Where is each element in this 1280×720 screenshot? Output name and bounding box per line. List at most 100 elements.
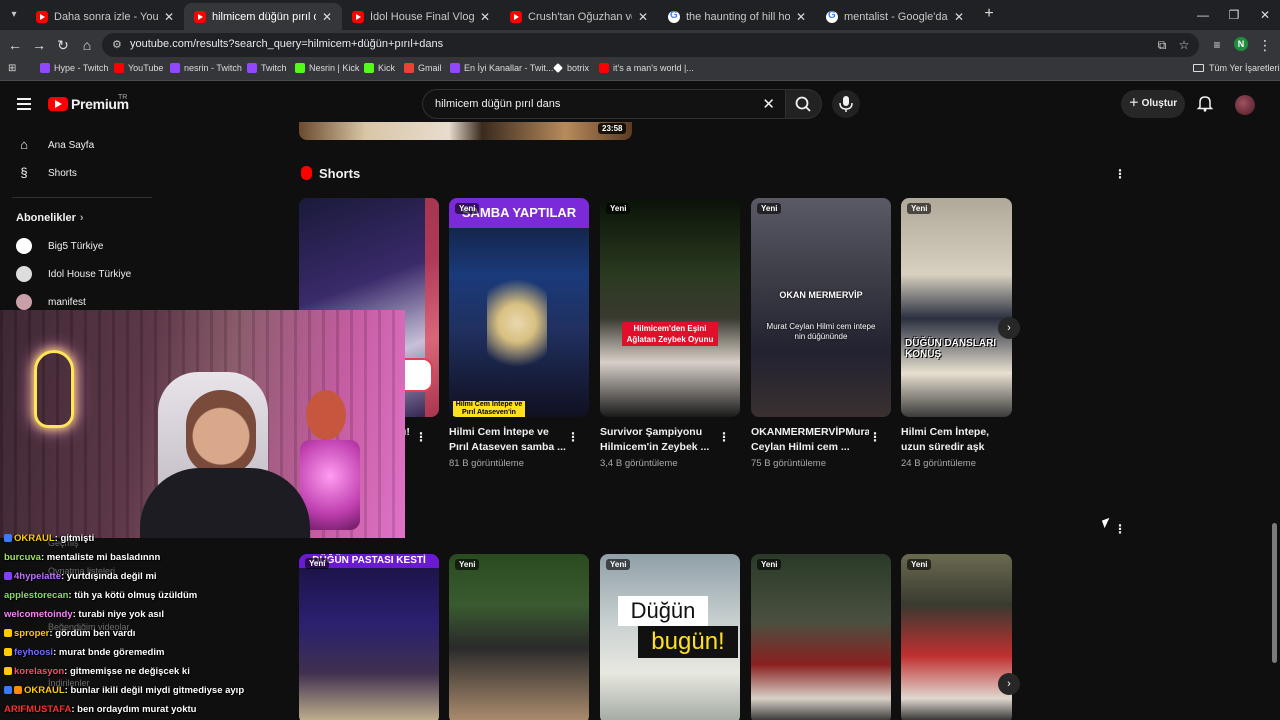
search-input[interactable]: hilmicem düğün pırıl dans ✕ xyxy=(422,89,785,119)
bookmark-hype-twitch[interactable]: Hype - Twitch xyxy=(40,63,108,73)
short-card[interactable]: SAMBA YAPTILAR Yeni Hilmi Cem İntepe ve … xyxy=(449,198,589,469)
streamer xyxy=(140,390,310,538)
tab-search-button[interactable]: ▾ xyxy=(5,6,23,24)
sidebar-channel-idol-house[interactable]: Idol House Türkiye xyxy=(16,266,131,282)
close-tab-icon[interactable]: ✕ xyxy=(320,10,334,24)
tab-idol-house[interactable]: İdol House Final Vlog | Oğuzhan ✕ xyxy=(342,3,500,30)
address-bar[interactable]: ⚙ youtube.com/results?search_query=hilmi… xyxy=(102,33,1199,57)
short-thumbnail[interactable]: SAMBA YAPTILAR Yeni Hilmi Cem İntepe ve … xyxy=(449,198,589,417)
chat-message: welcometoindy: turabi niye yok asıl xyxy=(4,609,164,620)
bookmark-kick[interactable]: Kick xyxy=(364,63,395,73)
close-window-icon[interactable]: ✕ xyxy=(1256,6,1274,24)
browser-toolbar: ← → ↻ ⌂ ⚙ youtube.com/results?search_que… xyxy=(0,30,1280,59)
more-options-icon[interactable]: ⋮ xyxy=(1114,168,1126,180)
short-card[interactable]: Yeni xyxy=(751,554,891,720)
more-options-icon[interactable]: ⋮ xyxy=(718,430,730,444)
short-title: Hilmi Cem İntepe ve Pırıl Ataseven samba… xyxy=(449,426,566,453)
tab-watch-later[interactable]: Daha sonra izle - YouTube ✕ xyxy=(26,3,184,30)
close-tab-icon[interactable]: ✕ xyxy=(162,10,176,24)
sub-badge-icon xyxy=(4,629,12,637)
more-options-icon[interactable]: ⋮ xyxy=(869,430,881,444)
chat-username: burcuva xyxy=(4,552,41,563)
youtube-premium-logo[interactable]: Premium xyxy=(48,96,129,112)
streamer-body xyxy=(140,468,310,538)
tab-current-search[interactable]: hilmicem düğün pırıl dans - YouT ✕ xyxy=(184,3,342,30)
bookmark-nesrin-twitch[interactable]: nesrin - Twitch xyxy=(170,63,242,73)
short-thumbnail[interactable]: Yeni Hilmicem'den Eşini Ağlatan Zeybek O… xyxy=(600,198,740,417)
all-bookmarks[interactable]: Tüm Yer İşaretleri xyxy=(1193,63,1280,73)
more-options-icon[interactable]: ⋮ xyxy=(415,430,427,444)
bookmark-mans-world[interactable]: it's a man's world |... xyxy=(599,63,694,73)
account-avatar[interactable] xyxy=(1235,95,1255,115)
new-badge: Yeni xyxy=(907,559,932,570)
short-thumbnail[interactable]: Yeni xyxy=(449,554,589,720)
forward-arrow-icon[interactable]: → xyxy=(29,35,49,55)
bookmark-best-channels[interactable]: En İyi Kanallar - Twit... xyxy=(450,63,553,73)
chat-message: feyhoosi: murat bnde göremedim xyxy=(4,647,164,658)
youtube-favicon-icon xyxy=(510,10,522,23)
short-card[interactable]: Yeni DÜĞÜN DANSLARI KONUŞ Hilmi Cem İnte… xyxy=(901,198,1012,469)
close-tab-icon[interactable]: ✕ xyxy=(794,10,808,24)
install-app-icon[interactable]: ⧉ xyxy=(1154,37,1170,53)
short-card[interactable]: Yeni xyxy=(901,554,1012,720)
restore-icon[interactable]: ❐ xyxy=(1225,6,1243,24)
more-options-icon[interactable]: ⋮ xyxy=(567,430,579,444)
chat-message: OKRAUL: gitmişti xyxy=(4,533,94,544)
clear-search-icon[interactable]: ✕ xyxy=(762,95,775,113)
thumbnail-caption: Murat Ceylan Hilmi cem intepe nin düğünü… xyxy=(766,322,876,341)
page-scrollbar[interactable] xyxy=(1271,85,1277,715)
short-thumbnail[interactable]: Yeni xyxy=(901,554,1012,720)
home-icon[interactable]: ⌂ xyxy=(77,35,97,55)
short-card[interactable]: Yeni xyxy=(449,554,589,720)
notifications-button[interactable] xyxy=(1196,94,1214,112)
site-info-icon[interactable]: ⚙ xyxy=(112,38,122,51)
short-card[interactable]: Yeni Düğün bugün! xyxy=(600,554,740,720)
chevron-right-icon[interactable]: › xyxy=(998,317,1020,339)
tab-hill-house[interactable]: the haunting of hill house - Goo ✕ xyxy=(658,3,816,30)
bookmark-star-icon[interactable]: ☆ xyxy=(1176,37,1192,53)
apps-grid-icon[interactable]: ⊞ xyxy=(8,63,20,75)
bookmark-youtube[interactable]: YouTube xyxy=(114,63,163,73)
channel-avatar xyxy=(16,238,32,254)
short-thumbnail[interactable]: Yeni xyxy=(751,554,891,720)
channel-avatar xyxy=(16,294,32,310)
more-options-icon[interactable]: ⋮ xyxy=(1114,523,1126,535)
chevron-right-icon[interactable]: › xyxy=(998,673,1020,695)
create-button[interactable]: ＋ Oluştur xyxy=(1121,90,1185,118)
subscriptions-heading[interactable]: Abonelikler › xyxy=(16,212,84,224)
short-thumbnail[interactable]: Yeni Düğün bugün! xyxy=(600,554,740,720)
tab-crush[interactable]: Crush'tan Oğuzhan ve Aura'dan ✕ xyxy=(500,3,658,30)
close-tab-icon[interactable]: ✕ xyxy=(478,10,492,24)
minimize-icon[interactable]: — xyxy=(1194,6,1212,24)
new-tab-icon[interactable]: + xyxy=(980,5,998,23)
bookmark-twitch[interactable]: Twitch xyxy=(247,63,287,73)
chat-username: sproper xyxy=(14,628,50,639)
close-tab-icon[interactable]: ✕ xyxy=(636,10,650,24)
bookmark-nesrin-kick[interactable]: Nesrin | Kick xyxy=(295,63,359,73)
bookmark-gmail[interactable]: Gmail xyxy=(404,63,442,73)
tab-mentalist[interactable]: mentalist - Google'da Ara ✕ xyxy=(816,3,974,30)
previous-video-thumbnail[interactable] xyxy=(299,122,632,140)
sidebar-channel-manifest[interactable]: manifest xyxy=(16,294,86,310)
reload-icon[interactable]: ↻ xyxy=(53,35,73,55)
short-card[interactable]: Yeni Hilmicem'den Eşini Ağlatan Zeybek O… xyxy=(600,198,740,469)
hamburger-menu-icon[interactable] xyxy=(17,98,31,110)
sidebar-channel-big5[interactable]: Big5 Türkiye xyxy=(16,238,103,254)
sidebar-item-shorts[interactable]: § Shorts xyxy=(16,165,77,181)
scrollbar-thumb[interactable] xyxy=(1272,523,1277,663)
chat-message: burcuva: mentaliste mi basladınnn xyxy=(4,552,160,563)
chat-text: : gitmemişse ne değişcek ki xyxy=(64,666,190,677)
tab-media-icon[interactable]: ≡ xyxy=(1207,35,1227,55)
sidebar-item-home[interactable]: ⌂ Ana Sayfa xyxy=(16,137,94,153)
browser-tab-strip: ▾ Daha sonra izle - YouTube ✕ hilmicem d… xyxy=(0,0,1280,30)
bookmark-botrix[interactable]: botrix xyxy=(553,63,589,73)
close-tab-icon[interactable]: ✕ xyxy=(952,10,966,24)
search-button[interactable] xyxy=(785,89,822,119)
profile-avatar[interactable]: N xyxy=(1234,37,1248,51)
short-card[interactable]: Yeni OKAN MERMERVİP Murat Ceylan Hilmi c… xyxy=(751,198,891,469)
short-thumbnail[interactable]: Yeni DÜĞÜN DANSLARI KONUŞ xyxy=(901,198,1012,417)
back-arrow-icon[interactable]: ← xyxy=(5,35,25,55)
voice-search-button[interactable] xyxy=(832,90,860,118)
browser-menu-icon[interactable]: ⋮ xyxy=(1255,35,1275,55)
short-thumbnail[interactable]: Yeni OKAN MERMERVİP Murat Ceylan Hilmi c… xyxy=(751,198,891,417)
